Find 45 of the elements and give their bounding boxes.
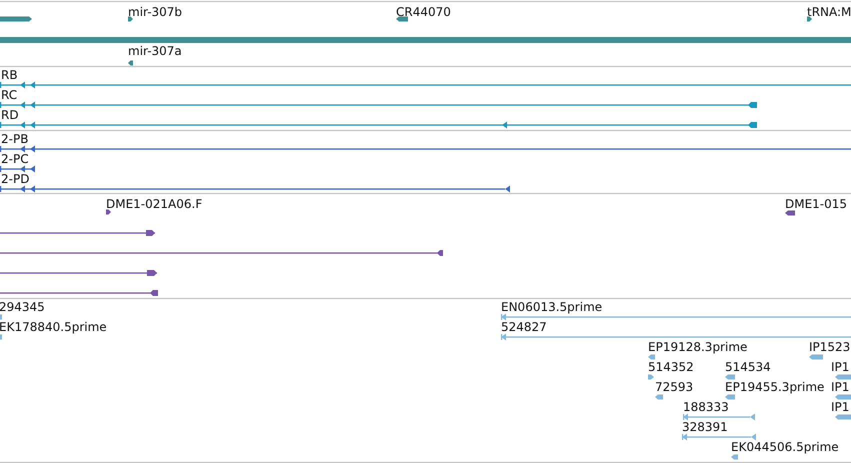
feature-label: DME1-021A06.F	[106, 197, 202, 211]
feature-label: EN06013.5prime	[501, 300, 602, 314]
feature-label: 328391	[682, 420, 728, 434]
feature-label: RB	[1, 68, 18, 82]
feature-label: 2-PD	[1, 172, 30, 186]
feature-glyph[interactable]	[0, 166, 35, 172]
feature-label: EK044506.5prime	[731, 440, 839, 454]
feature-label: DME1-015	[785, 197, 848, 211]
feature-label: 2-PB	[1, 132, 28, 146]
feature-label: IP1	[831, 400, 850, 414]
feature-glyph[interactable]	[0, 186, 510, 192]
feature-label: 72593	[655, 380, 694, 394]
feature-label: mir-307a	[128, 44, 182, 58]
feature-label: EK178840.5prime	[0, 320, 107, 334]
feature-label: RC	[1, 88, 18, 102]
feature-glyph[interactable]	[128, 16, 133, 22]
feature-glyph[interactable]	[785, 210, 795, 216]
feature-glyph[interactable]	[128, 60, 133, 66]
feature-label: 524827	[501, 320, 547, 334]
feature-glyph[interactable]	[0, 122, 757, 128]
feature-label: 514352	[648, 360, 694, 374]
feature-label: IP1	[831, 380, 850, 394]
feature-label: EP19455.3prime	[725, 380, 824, 394]
feature-glyph[interactable]	[0, 82, 851, 88]
feature-label: tRNA:M	[807, 5, 851, 19]
feature-label: 188333	[683, 400, 729, 414]
feature-label: 2-PC	[1, 152, 29, 166]
feature-glyph[interactable]	[0, 16, 32, 22]
feature-glyph[interactable]	[396, 16, 408, 22]
feature-label: EP19128.3prime	[648, 340, 748, 354]
feature-glyph[interactable]	[0, 230, 155, 236]
feature-label: mir-307b	[128, 5, 182, 19]
feature-label: IP1	[831, 360, 850, 374]
feature-glyph[interactable]	[807, 16, 812, 22]
feature-glyph[interactable]	[106, 210, 111, 214]
feature-label: 294345	[0, 300, 45, 314]
feature-label: CR44070	[396, 5, 451, 19]
feature-glyph[interactable]	[0, 146, 851, 152]
feature-label: 514534	[725, 360, 771, 374]
feature-glyph[interactable]	[0, 102, 757, 108]
feature-label: IP1523	[809, 340, 850, 354]
feature-glyph[interactable]	[0, 290, 158, 296]
feature-label: RD	[1, 108, 19, 122]
feature-glyph[interactable]	[0, 250, 443, 256]
feature-glyph[interactable]	[0, 270, 157, 276]
